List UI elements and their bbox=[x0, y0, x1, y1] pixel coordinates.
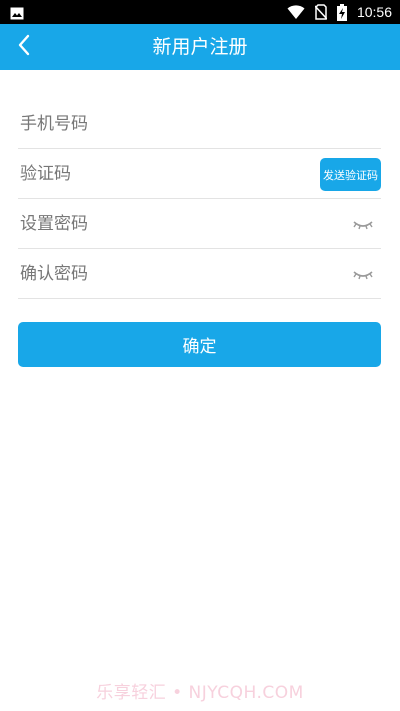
password-input[interactable] bbox=[18, 213, 298, 234]
password-row bbox=[18, 199, 381, 249]
phone-row bbox=[18, 99, 381, 149]
wifi-icon bbox=[287, 4, 305, 20]
confirm-password-input[interactable] bbox=[18, 263, 298, 284]
chevron-left-icon bbox=[17, 34, 31, 60]
register-form: 发送验证码 bbox=[18, 99, 381, 299]
status-time: 10:56 bbox=[356, 4, 392, 20]
register-screen: 10:56 新用户注册 发送验证码 bbox=[0, 0, 400, 711]
image-icon bbox=[10, 5, 24, 20]
eye-closed-icon[interactable] bbox=[353, 217, 373, 231]
page-title: 新用户注册 bbox=[152, 36, 248, 58]
code-input[interactable] bbox=[18, 163, 298, 184]
status-icons: 10:56 bbox=[287, 0, 392, 24]
no-sim-icon bbox=[314, 4, 328, 20]
confirm-password-row bbox=[18, 249, 381, 299]
eye-closed-icon[interactable] bbox=[353, 267, 373, 281]
phone-input[interactable] bbox=[18, 113, 298, 134]
code-row: 发送验证码 bbox=[18, 149, 381, 199]
title-bar: 新用户注册 bbox=[0, 24, 400, 70]
back-button[interactable] bbox=[8, 31, 40, 63]
watermark: 乐享轻汇 • NJYCQH.COM bbox=[96, 683, 304, 703]
confirm-button[interactable]: 确定 bbox=[18, 322, 381, 367]
status-bar: 10:56 bbox=[0, 0, 400, 24]
send-code-button[interactable]: 发送验证码 bbox=[320, 158, 381, 191]
battery-charging-icon bbox=[336, 4, 347, 21]
